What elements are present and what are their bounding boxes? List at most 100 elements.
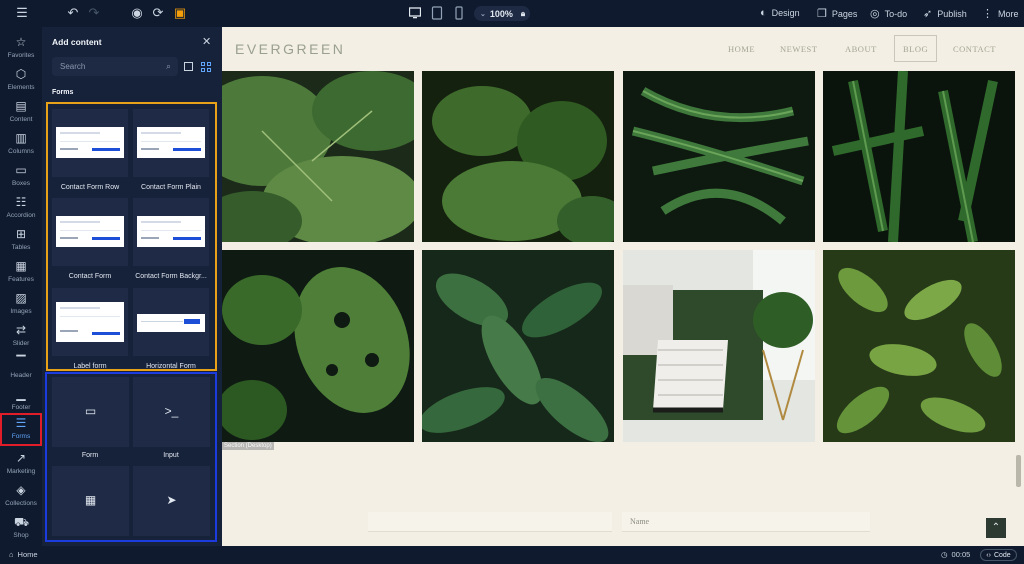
site-header: EVERGREEN HOME NEWEST ABOUT BLOG CONTACT xyxy=(222,27,1024,71)
element-card-calculator[interactable]: ▦ xyxy=(52,466,129,536)
preview-eye-icon[interactable]: ◉ xyxy=(130,6,144,20)
calculator-icon: ▦ xyxy=(84,493,97,507)
image-icon: ▨ xyxy=(15,291,27,305)
tablet-view-icon[interactable] xyxy=(431,6,443,20)
gallery-image[interactable] xyxy=(222,250,414,442)
rail-item-boxes[interactable]: ▭ Boxes xyxy=(0,160,42,192)
list-view-icon[interactable] xyxy=(184,62,193,71)
section-heading: Forms xyxy=(52,89,74,96)
layers-icon: ◈ xyxy=(16,483,26,497)
rail-item-features[interactable]: ▦ Features xyxy=(0,256,42,288)
grid-view-icon[interactable] xyxy=(201,62,211,72)
website-canvas[interactable]: EVERGREEN HOME NEWEST ABOUT BLOG CONTACT xyxy=(222,27,1024,546)
rocket-icon: ➶ xyxy=(923,8,933,20)
template-card[interactable] xyxy=(52,198,128,266)
search-icon: ⌕ xyxy=(165,61,171,71)
pages-button[interactable]: ❐ Pages xyxy=(817,7,857,20)
rail-item-header[interactable]: ▔ Header xyxy=(0,352,42,384)
rail-item-footer[interactable]: ▁ Footer xyxy=(0,384,42,416)
refresh-icon[interactable]: ⟳ xyxy=(151,6,165,20)
rail-label: Shop xyxy=(13,532,29,539)
gallery-image[interactable] xyxy=(623,250,815,442)
rail-label: Favorites xyxy=(7,52,35,59)
todo-label: To-do xyxy=(884,8,908,19)
rail-item-shop[interactable]: ⛟ Shop xyxy=(0,512,42,544)
save-icon[interactable]: ▣ xyxy=(173,6,187,20)
menu-icon[interactable]: ☰ xyxy=(15,6,29,20)
template-card[interactable] xyxy=(133,109,209,177)
rail-label: Boxes xyxy=(11,180,31,187)
rail-item-tables[interactable]: ⊞ Tables xyxy=(0,224,42,256)
palette-icon: ◐ xyxy=(760,7,767,19)
rail-item-elements[interactable]: ⬡ Elements xyxy=(0,64,42,96)
gallery-image[interactable] xyxy=(823,71,1015,242)
rail-label: Marketing xyxy=(6,468,36,475)
rail-label: Tables xyxy=(11,244,31,251)
rail-item-marketing[interactable]: ↗ Marketing xyxy=(0,448,42,480)
code-button[interactable]: ‹› Code xyxy=(980,549,1017,561)
more-button[interactable]: ⋮ More xyxy=(982,7,1019,20)
template-card[interactable] xyxy=(133,288,209,356)
template-card[interactable] xyxy=(133,198,209,266)
gallery-image[interactable] xyxy=(823,250,1015,442)
header-icon: ▔ xyxy=(16,355,26,369)
rail-label: Header xyxy=(10,372,32,379)
rail-item-forms[interactable]: ☰ Forms xyxy=(0,413,42,446)
rail-item-collections[interactable]: ◈ Collections xyxy=(0,480,42,512)
publish-button[interactable]: ➶ Publish xyxy=(923,7,967,20)
element-card-form[interactable]: ▭ xyxy=(52,377,129,447)
document-icon: ▤ xyxy=(15,99,27,113)
gallery-image[interactable] xyxy=(422,71,614,242)
nav-newest[interactable]: NEWEST xyxy=(780,44,817,54)
name-field[interactable]: Name xyxy=(622,512,870,532)
template-thumbnail xyxy=(137,216,205,247)
rail-item-slider[interactable]: ⇄ Slider xyxy=(0,320,42,352)
rail-item-columns[interactable]: ▥ Columns xyxy=(0,128,42,160)
todo-button[interactable]: ◎ To-do xyxy=(870,7,907,20)
desktop-view-icon[interactable] xyxy=(409,6,421,20)
rail-label: Forms xyxy=(11,433,31,440)
rail-item-accordion[interactable]: ☷ Accordion xyxy=(0,192,42,224)
element-card-send[interactable]: ➤ xyxy=(133,466,210,536)
nav-blog[interactable]: BLOG xyxy=(903,44,928,54)
nav-home[interactable]: HOME xyxy=(728,44,755,54)
gallery-image[interactable] xyxy=(623,71,815,242)
element-card-input[interactable]: >_ xyxy=(133,377,210,447)
breadcrumb-home[interactable]: ⌂ Home xyxy=(9,550,38,559)
forms-icon: ☰ xyxy=(15,416,27,430)
name-placeholder: Name xyxy=(630,517,650,526)
canvas-scrollbar[interactable] xyxy=(1016,455,1021,487)
template-card[interactable] xyxy=(52,288,128,356)
form-input-left[interactable] xyxy=(368,512,612,532)
lock-icon[interactable]: 🔒︎ xyxy=(521,9,525,19)
template-label: Contact Form Plain xyxy=(141,184,201,191)
close-icon[interactable]: ✕ xyxy=(202,35,211,48)
rail-item-images[interactable]: ▨ Images xyxy=(0,288,42,320)
search-input[interactable]: Search ⌕ xyxy=(52,57,178,76)
rail-item-content[interactable]: ▤ Content xyxy=(0,96,42,128)
trend-icon: ↗ xyxy=(15,451,27,465)
rail-label: Features xyxy=(8,276,34,283)
template-thumbnail xyxy=(137,127,205,158)
undo-icon[interactable]: ↶ xyxy=(66,6,80,20)
nav-about[interactable]: ABOUT xyxy=(845,44,877,54)
template-label: Contact Form Backgr... xyxy=(135,273,207,280)
template-card[interactable] xyxy=(52,109,128,177)
left-rail: ☆ Favorites ⬡ Elements ▤ Content ▥ Columns ▭… xyxy=(0,27,42,546)
template-label: Horizontal Form xyxy=(146,363,196,370)
status-bar: ⌂ Home ◷ 00:05 ‹› Code xyxy=(0,546,1024,564)
gallery-image[interactable] xyxy=(222,71,414,242)
rail-item-favorites[interactable]: ☆ Favorites xyxy=(0,32,42,64)
nav-contact[interactable]: CONTACT xyxy=(953,44,996,54)
gallery-image[interactable] xyxy=(422,250,614,442)
star-icon: ☆ xyxy=(15,35,27,49)
template-thumbnail xyxy=(56,216,124,247)
zoom-selector[interactable]: ⌄ 100% 🔒︎ xyxy=(474,6,530,21)
design-button[interactable]: ◐ Design xyxy=(760,7,800,19)
table-icon: ⊞ xyxy=(15,227,27,241)
check-circle-icon: ◎ xyxy=(870,8,880,20)
mobile-view-icon[interactable] xyxy=(453,6,465,20)
scroll-to-top-button[interactable]: ⌃ xyxy=(986,518,1006,538)
redo-icon[interactable]: ↷ xyxy=(87,6,101,20)
site-logo[interactable]: EVERGREEN xyxy=(235,41,345,57)
